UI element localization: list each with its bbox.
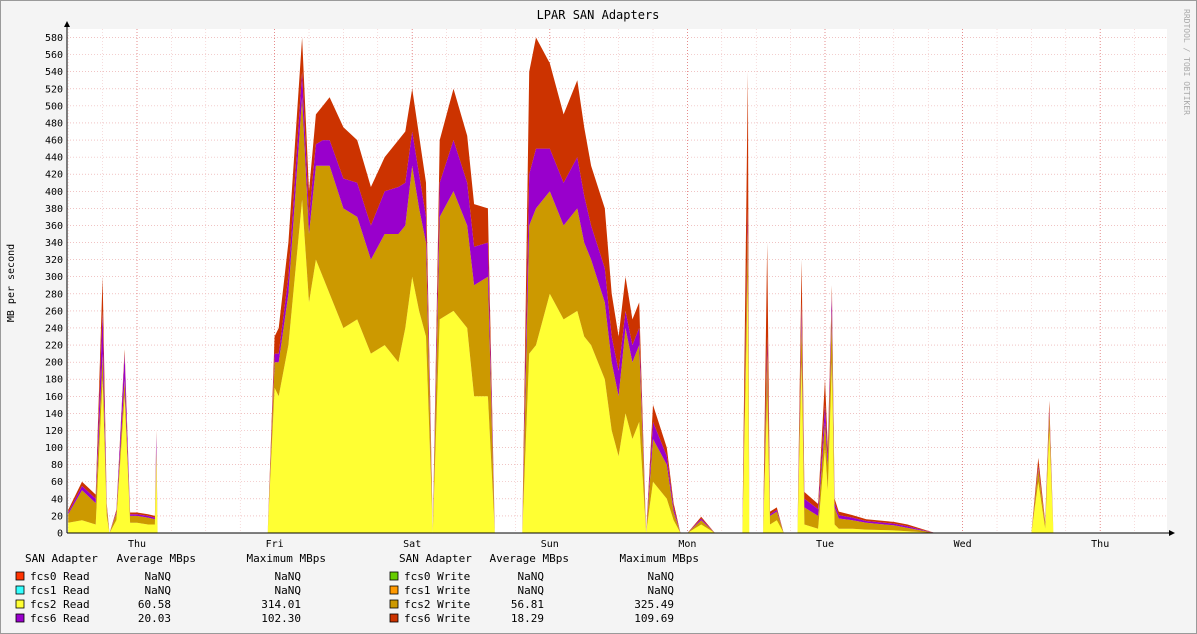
y-tick-label: 220	[45, 341, 63, 352]
legend-maximum: 325.49	[634, 598, 674, 611]
legend-average: 56.81	[511, 598, 544, 611]
y-tick-label: 140	[45, 409, 63, 420]
y-axis-label: MB per second	[6, 244, 17, 322]
legend-maximum: NaNQ	[648, 584, 675, 597]
y-tick-label: 460	[45, 136, 63, 147]
legend-series-name: fcs1 Read	[30, 584, 90, 597]
legend-header-avg-right: Average MBps	[490, 552, 569, 565]
legend-maximum: 109.69	[634, 612, 674, 625]
x-tick-label: Thu	[128, 539, 146, 550]
legend-header-adapter-left: SAN Adapter	[25, 552, 98, 565]
legend-maximum: 102.30	[261, 612, 301, 625]
legend-swatch	[15, 585, 25, 595]
x-tick-label: Tue	[816, 539, 834, 550]
y-tick-label: 40	[51, 494, 63, 505]
legend-header-adapter-right: SAN Adapter	[399, 552, 472, 565]
y-tick-label: 340	[45, 238, 63, 249]
legend-series-name: fcs2 Read	[30, 598, 90, 611]
rrdtool-credit: RRDTOOL / TOBI OETIKER	[1182, 9, 1191, 115]
y-tick-label: 180	[45, 375, 63, 386]
x-tick-label: Sat	[403, 539, 421, 550]
legend-swatch	[389, 571, 399, 581]
legend-average: 18.29	[511, 612, 544, 625]
legend-maximum: 314.01	[261, 598, 301, 611]
y-tick-label: 160	[45, 392, 63, 403]
y-tick-label: 0	[57, 529, 63, 540]
x-tick-label: Fri	[266, 539, 284, 550]
y-tick-label: 380	[45, 204, 63, 215]
legend-series-name: fcs1 Write	[404, 584, 470, 597]
legend-header-max-right: Maximum MBps	[620, 552, 699, 565]
y-tick-label: 20	[51, 511, 63, 522]
y-tick-label: 80	[51, 460, 63, 471]
legend-average: NaNQ	[145, 584, 172, 597]
y-tick-label: 540	[45, 67, 63, 78]
y-tick-label: 300	[45, 272, 63, 283]
chart-title: LPAR SAN Adapters	[537, 8, 660, 22]
chart-frame: LPAR SAN Adapters MB per second RRDTOOL …	[0, 0, 1197, 634]
legend-swatch	[389, 585, 399, 595]
legend-series-name: fcs6 Write	[404, 612, 470, 625]
legend-series-name: fcs0 Write	[404, 570, 470, 583]
y-tick-label: 400	[45, 187, 63, 198]
legend-average: 60.58	[138, 598, 171, 611]
y-tick-label: 480	[45, 118, 63, 129]
y-tick-label: 200	[45, 358, 63, 369]
y-tick-label: 60	[51, 477, 63, 488]
legend-series-name: fcs6 Read	[30, 612, 90, 625]
legend-swatch	[15, 613, 25, 623]
y-tick-label: 420	[45, 170, 63, 181]
legend-average: NaNQ	[145, 570, 172, 583]
legend-swatch	[389, 599, 399, 609]
y-tick-label: 520	[45, 84, 63, 95]
legend-series-name: fcs2 Write	[404, 598, 470, 611]
y-tick-label: 360	[45, 221, 63, 232]
y-tick-label: 320	[45, 255, 63, 266]
legend-maximum: NaNQ	[648, 570, 675, 583]
legend-average: NaNQ	[518, 570, 545, 583]
legend-average: NaNQ	[518, 584, 545, 597]
y-tick-label: 560	[45, 50, 63, 61]
y-tick-label: 100	[45, 443, 63, 454]
legend-series-name: fcs0 Read	[30, 570, 90, 583]
x-tick-label: Thu	[1091, 539, 1109, 550]
legend-maximum: NaNQ	[275, 570, 302, 583]
legend-swatch	[15, 571, 25, 581]
y-tick-label: 440	[45, 153, 63, 164]
x-tick-label: Sun	[541, 539, 559, 550]
y-tick-label: 500	[45, 101, 63, 112]
chart-canvas: LPAR SAN Adapters MB per second RRDTOOL …	[1, 1, 1196, 633]
x-tick-label: Wed	[954, 539, 972, 550]
legend-maximum: NaNQ	[275, 584, 302, 597]
legend-swatch	[389, 613, 399, 623]
y-tick-label: 580	[45, 33, 63, 44]
y-tick-label: 280	[45, 289, 63, 300]
y-tick-label: 240	[45, 323, 63, 334]
y-tick-label: 120	[45, 426, 63, 437]
y-tick-label: 260	[45, 306, 63, 317]
x-tick-label: Mon	[678, 539, 696, 550]
legend-header-max-left: Maximum MBps	[247, 552, 326, 565]
legend-header-avg-left: Average MBps	[117, 552, 196, 565]
legend-average: 20.03	[138, 612, 171, 625]
legend-swatch	[15, 599, 25, 609]
